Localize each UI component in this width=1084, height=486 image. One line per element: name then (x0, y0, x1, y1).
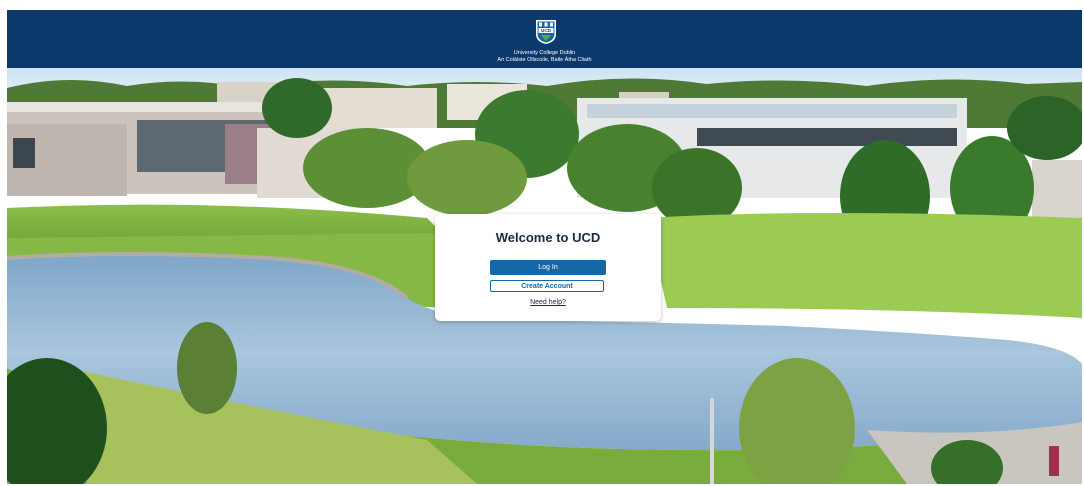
logo-text: UCD (541, 28, 552, 33)
welcome-title: Welcome to UCD (495, 230, 601, 245)
create-account-button[interactable]: Create Account (490, 280, 604, 292)
university-name-irish: An Coláiste Ollscoile, Baile Átha Cliath (497, 57, 592, 63)
ucd-crest-icon: UCD (536, 20, 556, 44)
page-frame: UCD University College Dublin An Coláist… (7, 10, 1082, 484)
login-button[interactable]: Log In (490, 260, 606, 275)
university-name: University College Dublin (513, 50, 576, 56)
login-card: Welcome to UCD Log In Create Account Nee… (435, 214, 661, 321)
need-help-link[interactable]: Need help? (435, 299, 661, 306)
top-header: UCD University College Dublin An Coláist… (7, 10, 1082, 68)
